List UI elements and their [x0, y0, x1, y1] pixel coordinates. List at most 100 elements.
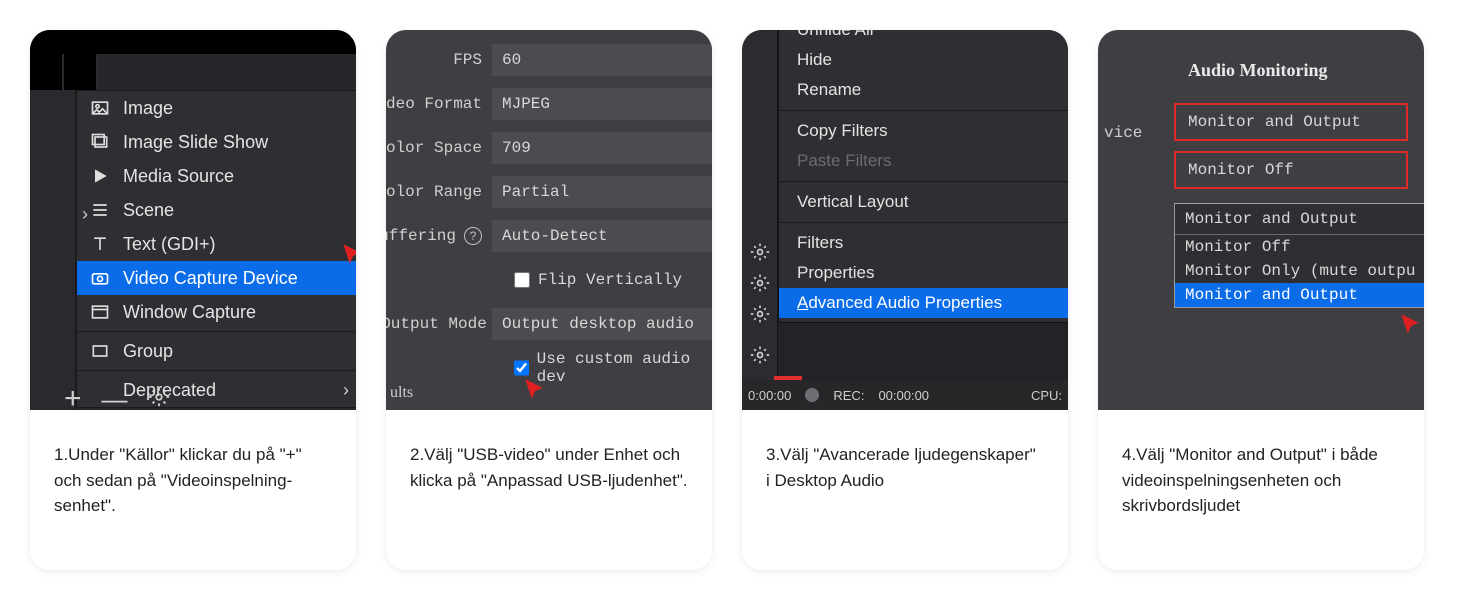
- menu-item-video-capture-device[interactable]: Video Capture Device: [77, 261, 356, 295]
- step-3-caption: 3.Välj "Avancerade ljude­genskaper" i De…: [742, 410, 1068, 570]
- sources-toolbar: + —: [64, 382, 170, 410]
- expand-icon: ›: [82, 204, 88, 225]
- fps-label: FPS: [386, 51, 492, 69]
- menu-item-image-slideshow[interactable]: Image Slide Show: [77, 125, 356, 159]
- rec-time: 00:00:00: [878, 388, 929, 403]
- step-1-card: › Image Image Slide Show Media Source Sc…: [30, 30, 356, 570]
- cursor-icon: [340, 240, 356, 275]
- rec-label: REC:: [833, 388, 864, 403]
- screenshot-2: FPS60 Video FormatMJPEG Color Space709 C…: [386, 30, 712, 410]
- partial-text: ults: [390, 384, 413, 402]
- group-icon: [89, 340, 111, 362]
- audio-monitoring-heading: Audio Monitoring: [1188, 60, 1424, 81]
- buffering-row: Buffering?Auto-Detect: [386, 216, 712, 256]
- menu-item-copy-filters[interactable]: Copy Filters: [779, 116, 1068, 146]
- color-range-row: Color RangePartial: [386, 172, 712, 212]
- gear-icon[interactable]: [750, 304, 770, 329]
- menu-item-filters[interactable]: Filters: [779, 228, 1068, 258]
- settings-icon[interactable]: [148, 384, 170, 411]
- color-range-label: Color Range: [386, 183, 492, 201]
- fps-row: FPS60: [386, 40, 712, 80]
- text-icon: [89, 233, 111, 255]
- dropdown-options: Monitor Off Monitor Only (mute outpu Mon…: [1175, 234, 1424, 307]
- add-source-icon[interactable]: +: [64, 382, 82, 410]
- cpu-label: CPU:: [1031, 388, 1062, 403]
- mixer-context-menu: Unhide All Hide Rename Copy Filters Past…: [778, 30, 1068, 323]
- list-icon: [89, 199, 111, 221]
- screenshot-1: › Image Image Slide Show Media Source Sc…: [30, 30, 356, 410]
- menu-item-image[interactable]: Image: [77, 91, 356, 125]
- menu-item-media-source[interactable]: Media Source: [77, 159, 356, 193]
- video-format-value[interactable]: MJPEG: [492, 88, 712, 120]
- flip-row: Flip Vertically: [386, 260, 712, 300]
- menu-item-group[interactable]: Group: [77, 334, 356, 368]
- menu-label: Video Capture Device: [123, 268, 298, 289]
- menu-item-hide[interactable]: Hide: [779, 45, 1068, 75]
- sources-context-menu: Image Image Slide Show Media Source Scen…: [76, 90, 356, 408]
- status-bar: 0:00:00 REC: 00:00:00 CPU:: [742, 380, 1068, 410]
- menu-item-properties[interactable]: Properties: [779, 258, 1068, 288]
- cursor-icon: [522, 375, 548, 410]
- video-format-row: Video FormatMJPEG: [386, 84, 712, 124]
- buffering-label: Buffering?: [386, 227, 492, 245]
- menu-item-window-capture[interactable]: Window Capture: [77, 295, 356, 329]
- camera-icon: [89, 267, 111, 289]
- menu-label: Media Source: [123, 166, 234, 187]
- step-1-caption: 1.Under "Källor" klickar du på "+" och s…: [30, 410, 356, 570]
- menu-item-paste-filters: Paste Filters: [779, 146, 1068, 176]
- menu-item-text-gdi[interactable]: Text (GDI+): [77, 227, 356, 261]
- step-4-caption: 4.Välj "Monitor and Output" i både video…: [1098, 410, 1424, 570]
- screenshot-4: Audio Monitoring vice Monitor and Output…: [1098, 30, 1424, 410]
- cursor-icon: [1398, 310, 1424, 345]
- step-4-card: Audio Monitoring vice Monitor and Output…: [1098, 30, 1424, 570]
- color-space-value[interactable]: 709: [492, 132, 712, 164]
- dropdown-current: Monitor and Output: [1175, 204, 1424, 234]
- menu-label: Image: [123, 98, 173, 119]
- menu-label: Scene: [123, 200, 174, 221]
- menu-label: Image Slide Show: [123, 132, 268, 153]
- menu-item-vertical-layout[interactable]: Vertical Layout: [779, 187, 1068, 217]
- dropdown-option-monitor-only[interactable]: Monitor Only (mute outpu: [1175, 259, 1424, 283]
- gear-icon[interactable]: [750, 345, 770, 370]
- color-space-label: Color Space: [386, 139, 492, 157]
- dropdown-option-monitor-off[interactable]: Monitor Off: [1175, 235, 1424, 259]
- step-3-card: 0 0 Unhide All Hide Rename Copy Filters …: [742, 30, 1068, 570]
- step-2-card: FPS60 Video FormatMJPEG Color Space709 C…: [386, 30, 712, 570]
- play-icon: [89, 165, 111, 187]
- remove-source-icon[interactable]: —: [102, 384, 128, 411]
- live-time: 0:00:00: [748, 388, 791, 403]
- chevron-right-icon: ›: [343, 380, 349, 401]
- partial-text: vice: [1104, 124, 1142, 142]
- screenshot-3: 0 0 Unhide All Hide Rename Copy Filters …: [742, 30, 1068, 410]
- help-icon[interactable]: ?: [464, 227, 482, 245]
- monitor-off-highlight[interactable]: Monitor Off: [1174, 151, 1408, 189]
- output-mode-label: o Output Mode: [386, 315, 492, 333]
- fps-value[interactable]: 60: [492, 44, 712, 76]
- color-space-row: Color Space709: [386, 128, 712, 168]
- step-2-caption: 2.Välj "USB-video" under Enhet och klick…: [386, 410, 712, 570]
- menu-item-unhide-all[interactable]: Unhide All: [779, 30, 1068, 45]
- monitor-output-highlight[interactable]: Monitor and Output: [1174, 103, 1408, 141]
- buffering-value[interactable]: Auto-Detect: [492, 220, 712, 252]
- audio-monitoring-dropdown[interactable]: Monitor and Output Monitor Off Monitor O…: [1174, 203, 1424, 308]
- record-indicator-icon: [805, 388, 819, 402]
- output-mode-row: o Output ModeOutput desktop audio: [386, 304, 712, 344]
- flip-vertically-checkbox[interactable]: Flip Vertically: [494, 271, 682, 289]
- menu-label: Text (GDI+): [123, 234, 216, 255]
- image-icon: [89, 97, 111, 119]
- window-icon: [89, 301, 111, 323]
- gear-icon[interactable]: [750, 273, 770, 298]
- menu-item-advanced-audio-properties[interactable]: Advanced Audio Properties: [779, 288, 1068, 318]
- custom-audio-row: Use custom audio dev: [386, 348, 712, 388]
- mixer-left-column: [742, 30, 778, 382]
- menu-item-scene[interactable]: Scene: [77, 193, 356, 227]
- menu-label: Group: [123, 341, 173, 362]
- video-format-label: Video Format: [386, 95, 492, 113]
- color-range-value[interactable]: Partial: [492, 176, 712, 208]
- output-mode-value[interactable]: Output desktop audio: [492, 308, 712, 340]
- dropdown-option-monitor-and-output[interactable]: Monitor and Output: [1175, 283, 1424, 307]
- menu-label: Window Capture: [123, 302, 256, 323]
- gear-icon[interactable]: [750, 242, 770, 267]
- menu-item-rename[interactable]: Rename: [779, 75, 1068, 105]
- slideshow-icon: [89, 131, 111, 153]
